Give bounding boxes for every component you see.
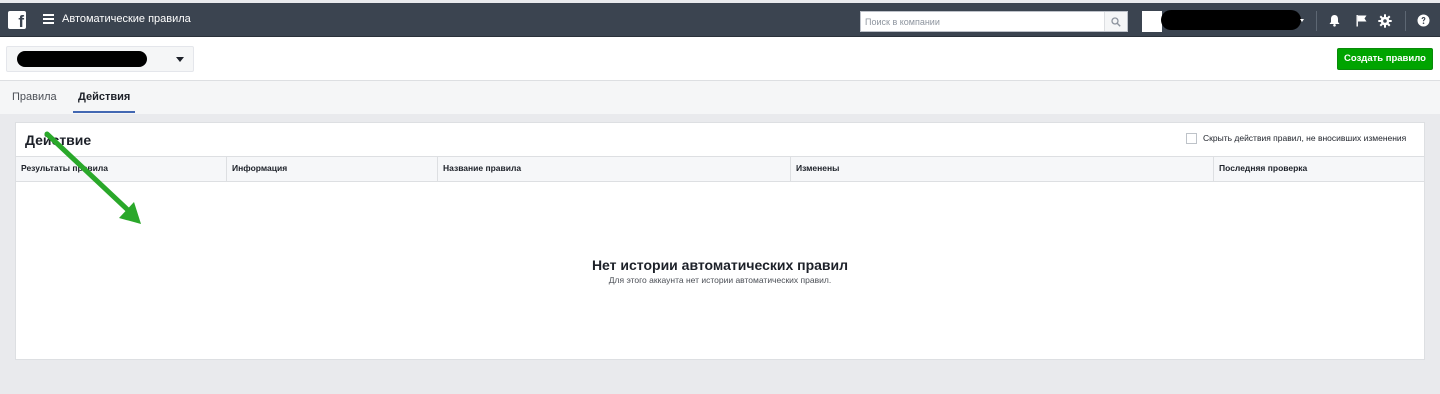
flag-icon[interactable] <box>1355 14 1368 27</box>
hide-unchanged-label: Скрыть действия правил, не вносивших изм… <box>1203 133 1407 143</box>
notifications-bell-icon[interactable] <box>1328 14 1341 27</box>
search-icon <box>1111 17 1121 27</box>
company-search <box>860 11 1128 32</box>
ad-account-name-redacted <box>17 51 147 67</box>
chevron-down-icon <box>176 57 184 62</box>
search-button[interactable] <box>1104 12 1127 31</box>
actions-panel: Действие Скрыть действия правил, не внос… <box>15 122 1425 360</box>
help-icon[interactable] <box>1417 14 1430 27</box>
create-rule-button[interactable]: Создать правило <box>1337 48 1433 70</box>
column-changed[interactable]: Изменены <box>791 157 1214 181</box>
tab-bar: Правила Действия <box>0 81 1440 114</box>
toolbar-divider <box>1405 11 1406 31</box>
empty-state-subtitle: Для этого аккаунта нет истории автоматич… <box>608 275 832 285</box>
column-information[interactable]: Информация <box>227 157 438 181</box>
column-rule-name[interactable]: Название правила <box>438 157 791 181</box>
app-title: Автоматические правила <box>62 13 191 25</box>
active-tab-indicator <box>73 111 135 113</box>
table-header: Результаты правила Информация Название п… <box>16 156 1424 182</box>
empty-state-title: Нет истории автоматических правил <box>591 257 849 273</box>
account-name-redacted[interactable] <box>1161 10 1301 30</box>
facebook-logo-letter: f <box>18 12 24 31</box>
column-rule-results[interactable]: Результаты правила <box>16 157 227 181</box>
column-last-check[interactable]: Последняя проверка <box>1214 157 1424 181</box>
menu-icon[interactable] <box>43 14 54 24</box>
top-bar: f Автоматические правила <box>0 3 1440 37</box>
panel-title: Действие <box>25 132 92 148</box>
search-input[interactable] <box>861 12 1105 31</box>
toolbar-divider <box>1316 11 1317 31</box>
tab-actions[interactable]: Действия <box>78 91 130 103</box>
tab-rules[interactable]: Правила <box>12 91 57 103</box>
settings-gear-icon[interactable] <box>1378 14 1392 28</box>
account-avatar[interactable] <box>1142 11 1162 32</box>
ad-account-selector[interactable] <box>6 46 194 72</box>
account-chevron-down-icon[interactable] <box>1300 19 1304 22</box>
account-selector-row: Создать правило <box>0 37 1440 81</box>
facebook-logo-icon[interactable]: f <box>8 11 26 31</box>
hide-unchanged-checkbox[interactable] <box>1186 133 1197 144</box>
